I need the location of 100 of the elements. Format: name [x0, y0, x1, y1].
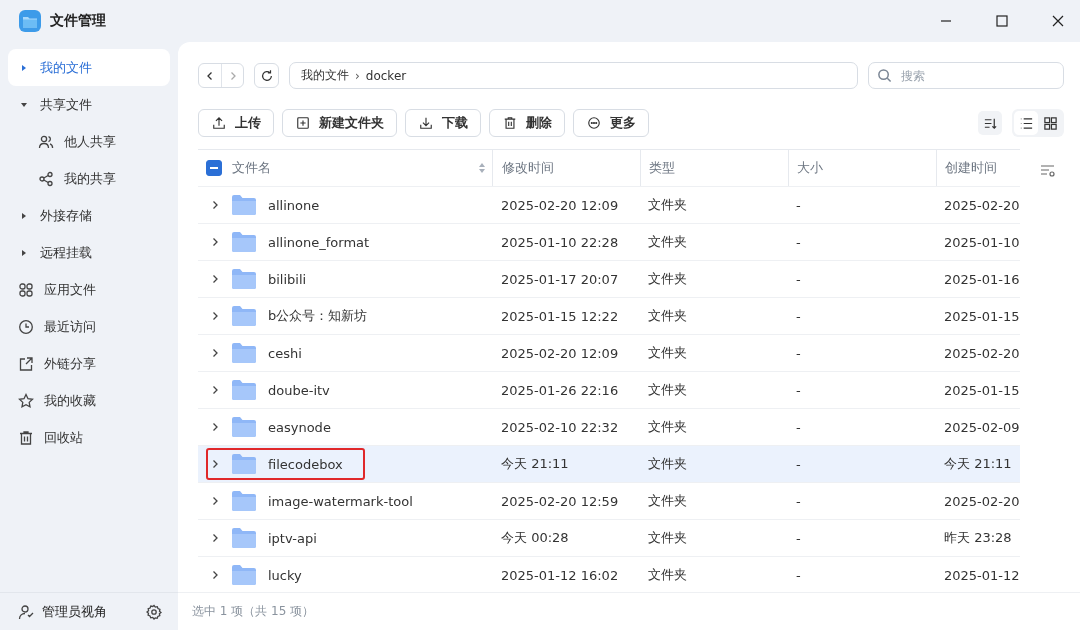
admin-view-label[interactable]: 管理员视角: [42, 602, 107, 621]
admin-user-icon: [18, 603, 34, 620]
table-cell: 今天 21:11: [944, 455, 1012, 473]
sidebar-item[interactable]: 我的共享: [8, 160, 170, 197]
folder-icon: [231, 453, 257, 475]
sidebar-item[interactable]: 外链分享: [8, 345, 170, 382]
table-cell: -: [796, 234, 801, 250]
table-row[interactable]: allinone 2025-02-20 12:09 文件夹 - 2025-02-20: [198, 187, 1020, 224]
file-name: image-watermark-tool: [268, 493, 413, 509]
table-row[interactable]: filecodebox 今天 21:11 文件夹 - 今天 21:11: [198, 446, 1020, 483]
sidebar-label: 最近访问: [44, 317, 96, 336]
sidebar-label: 共享文件: [40, 95, 92, 114]
clock-icon: [18, 318, 34, 335]
path-bar[interactable]: 我的文件 › docker: [289, 62, 858, 89]
table-cell: 文件夹: [648, 529, 687, 547]
table-cell: 文件夹: [648, 455, 687, 473]
sidebar-item[interactable]: 我的文件: [8, 49, 170, 86]
refresh-button[interactable]: [254, 63, 279, 88]
table-cell: 2025-01-10: [944, 234, 1020, 250]
chevron-icon[interactable]: [210, 422, 220, 432]
file-name: allinone_format: [268, 234, 370, 250]
list-view-button[interactable]: [1014, 111, 1038, 135]
new-folder-button[interactable]: 新建文件夹: [282, 109, 397, 137]
trash-icon: [18, 429, 34, 446]
folder-icon: [231, 194, 257, 216]
sidebar-item[interactable]: 应用文件: [8, 271, 170, 308]
table-cell: -: [796, 456, 801, 472]
close-icon[interactable]: [1052, 15, 1064, 27]
table-row[interactable]: lucky 2025-01-12 16:02 文件夹 - 2025-01-12: [198, 557, 1020, 592]
chevron-icon[interactable]: [210, 459, 220, 469]
sidebar-item[interactable]: 回收站: [8, 419, 170, 456]
table-cell: -: [796, 382, 801, 398]
sidebar-label: 应用文件: [44, 280, 96, 299]
more-button[interactable]: 更多: [573, 109, 649, 137]
table-cell: 文件夹: [648, 307, 687, 325]
sidebar-label: 我的收藏: [44, 391, 96, 410]
chevron-icon[interactable]: [210, 274, 220, 284]
table-cell: -: [796, 197, 801, 213]
maximize-icon[interactable]: [996, 15, 1008, 27]
chevron-icon[interactable]: [210, 385, 220, 395]
chevron-icon[interactable]: [210, 348, 220, 358]
chevron-icon[interactable]: [210, 533, 220, 543]
table-row[interactable]: allinone_format 2025-01-10 22:28 文件夹 - 2025-01-10: [198, 224, 1020, 261]
folder-icon: [231, 305, 257, 327]
file-name: bilibili: [268, 271, 307, 287]
upload-icon: [212, 116, 226, 130]
chevron-icon[interactable]: [210, 311, 220, 321]
column-header[interactable]: 文件名: [232, 159, 271, 177]
settings-icon[interactable]: [146, 603, 162, 620]
sidebar-label: 外接存储: [40, 206, 92, 225]
table-cell: 昨天 23:28: [944, 529, 1012, 547]
table-cell: 2025-02-20: [944, 345, 1020, 361]
table-cell: 2025-02-20: [944, 197, 1020, 213]
table-cell: 2025-01-15: [944, 308, 1020, 324]
table-cell: -: [796, 308, 801, 324]
chevron-icon[interactable]: [210, 237, 220, 247]
file-name: iptv-api: [268, 530, 317, 546]
download-button[interactable]: 下载: [405, 109, 481, 137]
breadcrumb-item[interactable]: docker: [365, 68, 407, 83]
sidebar-item[interactable]: 共享文件: [8, 86, 170, 123]
column-header[interactable]: 创建时间: [945, 159, 997, 177]
sidebar-label: 我的共享: [64, 169, 116, 188]
users-icon: [38, 133, 54, 150]
column-header[interactable]: 类型: [649, 159, 675, 177]
column-settings-icon[interactable]: [1040, 163, 1056, 179]
table-row[interactable]: bilibili 2025-01-17 20:07 文件夹 - 2025-01-16: [198, 261, 1020, 298]
table-row[interactable]: image-watermark-tool 2025-02-20 12:59 文件夹 - 2025-02-20: [198, 483, 1020, 520]
chevron-icon[interactable]: [210, 200, 220, 210]
table-cell: -: [796, 419, 801, 435]
sidebar-item[interactable]: 外接存储: [8, 197, 170, 234]
table-row[interactable]: b公众号：知新坊 2025-01-15 12:22 文件夹 - 2025-01-15: [198, 298, 1020, 335]
breadcrumb-item[interactable]: 我的文件: [301, 67, 349, 84]
sidebar-item[interactable]: 我的收藏: [8, 382, 170, 419]
column-header[interactable]: 大小: [797, 159, 823, 177]
share-icon: [38, 170, 54, 187]
refresh-icon: [259, 68, 274, 83]
column-header[interactable]: 修改时间: [502, 159, 554, 177]
table-row[interactable]: doube-itv 2025-01-26 22:16 文件夹 - 2025-01-15: [198, 372, 1020, 409]
upload-button[interactable]: 上传: [198, 109, 274, 137]
table-cell: 2025-02-20 12:59: [501, 493, 619, 509]
table-cell: 文件夹: [648, 381, 687, 399]
table-cell: 2025-02-20 12:09: [501, 197, 619, 213]
delete-button[interactable]: 删除: [489, 109, 565, 137]
folder-icon: [231, 231, 257, 253]
select-all-checkbox[interactable]: [206, 160, 222, 176]
search-field[interactable]: 搜索: [868, 62, 1064, 89]
table-row[interactable]: ceshi 2025-02-20 12:09 文件夹 - 2025-02-20: [198, 335, 1020, 372]
sidebar-item[interactable]: 远程挂载: [8, 234, 170, 271]
sidebar-item[interactable]: 他人共享: [8, 123, 170, 160]
folder-icon: [231, 268, 257, 290]
folder-icon: [231, 342, 257, 364]
chevron-icon[interactable]: [210, 570, 220, 580]
sidebar-label: 远程挂载: [40, 243, 92, 262]
sort-button[interactable]: [978, 111, 1002, 135]
sidebar-item[interactable]: 最近访问: [8, 308, 170, 345]
chevron-icon[interactable]: [210, 496, 220, 506]
table-row[interactable]: iptv-api 今天 00:28 文件夹 - 昨天 23:28: [198, 520, 1020, 557]
table-cell: -: [796, 567, 801, 583]
table-cell: 文件夹: [648, 233, 687, 251]
table-cell: 2025-01-12 16:02: [501, 567, 619, 583]
